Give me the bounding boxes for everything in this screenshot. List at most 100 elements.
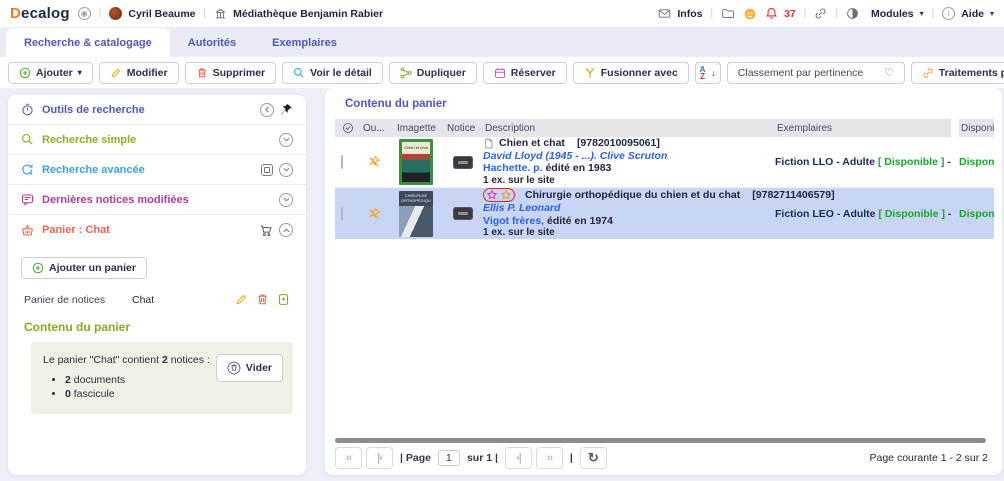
page-number-input[interactable]	[438, 450, 460, 466]
modules-menu[interactable]: Modules▾	[846, 7, 924, 20]
unpin-icon[interactable]	[367, 155, 381, 169]
separator: |	[932, 8, 935, 19]
basket-summary-box: Le panier "Chat" contient 2 notices : 2 …	[31, 342, 293, 414]
cart-icon[interactable]	[259, 224, 273, 237]
separator: |	[835, 8, 838, 19]
check-circle-icon[interactable]	[342, 122, 354, 134]
record-publisher-link[interactable]: Vigot frères,	[483, 215, 544, 227]
plus-circle-icon	[19, 67, 31, 79]
row-checkbox[interactable]	[341, 207, 343, 221]
tab-autorites[interactable]: Autorités	[170, 28, 254, 57]
sort-arrow-icon: ↓	[711, 68, 716, 78]
chevron-down-circle-icon[interactable]	[279, 163, 293, 177]
separator: |	[99, 8, 102, 19]
book-cover-thumbnail: Chien et chat	[399, 139, 433, 185]
trash-icon[interactable]	[256, 293, 269, 306]
traitements-par-lot-button[interactable]: Traitements par lot▾	[911, 62, 1004, 84]
col-header-notice[interactable]: Notice	[445, 123, 483, 134]
decalog-logo: Decalog	[10, 5, 70, 22]
record-authors-link[interactable]: David Lloyd (1945 - ...). Clive Scruton	[483, 150, 769, 163]
page-range-status: Page courante 1 - 2 sur 2	[870, 452, 989, 464]
sort-button[interactable]: AZ ↓	[695, 62, 721, 84]
annotation-highlight-box	[483, 188, 515, 202]
chevron-left-circle-icon[interactable]	[260, 103, 274, 117]
supprimer-button[interactable]: Supprimer	[185, 62, 277, 84]
record-authors-link[interactable]: Ellis P. Leonard	[483, 202, 769, 215]
tab-recherche-catalogage[interactable]: Recherche & catalogage	[6, 28, 170, 57]
col-header-description[interactable]: Description	[483, 123, 775, 134]
col-header-disponibilite[interactable]: Disponi...	[959, 123, 994, 134]
branch-icon	[400, 67, 412, 79]
vider-button[interactable]: Vider	[216, 354, 283, 382]
col-header-imagette[interactable]: Imagette	[395, 123, 445, 134]
caret-down-icon: ▾	[920, 9, 924, 18]
previous-page-button[interactable]: |‹	[366, 447, 393, 469]
sidebar-item-panier-chat[interactable]: Panier : Chat	[8, 215, 306, 245]
infos-button[interactable]: Infos	[658, 7, 702, 20]
chevron-up-circle-icon[interactable]	[279, 223, 293, 237]
sidebar-item-recherche-avancee[interactable]: Recherche avancée	[8, 155, 306, 185]
assistant-icon[interactable]: ◉	[78, 7, 91, 20]
fascicule-count-item: 0 fascicule	[65, 388, 210, 400]
record-edition: édité en 1983	[545, 162, 611, 174]
sidebar-item-recherche-simple[interactable]: Recherche simple	[8, 125, 306, 155]
envelope-icon	[658, 7, 671, 20]
col-header-ou[interactable]: Ou...	[361, 123, 395, 134]
exemplaire-cell: Fiction LEO - Adulte [ Disponible ] - 50…	[775, 208, 951, 220]
support-smiley-icon[interactable]	[743, 7, 757, 21]
classement-select[interactable]: Classement par pertinence ♡	[727, 62, 905, 84]
notice-count: 2	[162, 354, 168, 366]
ajouter-button[interactable]: Ajouter▾	[8, 62, 93, 84]
unpin-icon[interactable]	[367, 207, 381, 221]
pencil-icon[interactable]	[235, 293, 248, 306]
record-holdings: 1 ex. sur le site	[483, 227, 769, 240]
aide-menu[interactable]: i Aide▾	[942, 7, 994, 20]
first-page-button[interactable]: ‹‹	[335, 447, 362, 469]
advanced-search-icon	[21, 163, 34, 176]
table-row[interactable]: Chien et chat Chien et chat [97820100950…	[335, 137, 994, 188]
refresh-button[interactable]: ↻	[580, 447, 607, 469]
user-name: Cyril Beaume	[128, 8, 195, 20]
info-icon: i	[942, 7, 955, 20]
documents-count-item: 2 documents	[65, 374, 210, 386]
chevron-down-circle-icon[interactable]	[279, 133, 293, 147]
plus-circle-icon	[32, 262, 44, 274]
chevron-down-circle-icon[interactable]	[279, 193, 293, 207]
record-description: Chien et chat [9782010095061] David Lloy…	[483, 137, 775, 187]
col-header-exemplaires[interactable]: Exemplaires	[775, 123, 951, 134]
pin-icon[interactable]	[280, 103, 293, 116]
panel-icon[interactable]	[261, 164, 273, 176]
empty-trash-icon	[227, 361, 241, 375]
link-icon[interactable]	[814, 7, 827, 20]
horizontal-scrollbar[interactable]	[335, 438, 986, 443]
stopwatch-icon	[21, 103, 34, 116]
record-publisher-link[interactable]: Hachette. p.	[483, 162, 543, 174]
dupliquer-button[interactable]: Dupliquer	[389, 62, 477, 84]
fusionner-button[interactable]: Fusionner avec	[573, 62, 689, 84]
modified-notes-icon	[21, 193, 34, 206]
user-menu[interactable]: Cyril Beaume	[109, 7, 195, 20]
voir-detail-button[interactable]: Voir le détail	[282, 62, 383, 84]
row-checkbox[interactable]	[341, 155, 343, 169]
library-selector[interactable]: Médiathèque Benjamin Rabier	[214, 7, 383, 20]
basket-summary-text: Le panier "Chat" contient 2 notices :	[43, 354, 210, 366]
modifier-button[interactable]: Modifier	[99, 62, 179, 84]
next-page-button[interactable]: ›|	[505, 447, 532, 469]
user-avatar	[109, 7, 122, 20]
caret-down-icon: ▾	[78, 68, 82, 77]
last-page-button[interactable]: ››	[536, 447, 563, 469]
sidebar-item-dernieres-notices[interactable]: Dernières notices modifiées	[8, 185, 306, 215]
trash-icon	[196, 67, 208, 79]
availability-cell: Disponible	[959, 208, 994, 220]
folder-icon[interactable]	[721, 7, 735, 20]
bookmark-icon[interactable]	[277, 293, 290, 306]
pagination-bar: ‹‹ |‹ | Page sur 1 | ›| ›› | ↻ Page cour…	[335, 446, 988, 470]
ajouter-un-panier-button[interactable]: Ajouter un panier	[21, 257, 147, 279]
notifications-button[interactable]: 37	[765, 7, 796, 20]
tab-exemplaires[interactable]: Exemplaires	[254, 28, 355, 57]
sidebar-item-outils-de-recherche[interactable]: Outils de recherche	[8, 95, 306, 125]
table-row-selected[interactable]: CHIRURGIE ORTHOPÉDIQUE Chirurgie orthopé…	[335, 188, 994, 239]
reserver-button[interactable]: Réserver	[483, 62, 567, 84]
basket-field-label: Panier de notices	[24, 294, 132, 306]
actions-toolbar: Ajouter▾ Modifier Supprimer Voir le déta…	[0, 57, 1004, 88]
